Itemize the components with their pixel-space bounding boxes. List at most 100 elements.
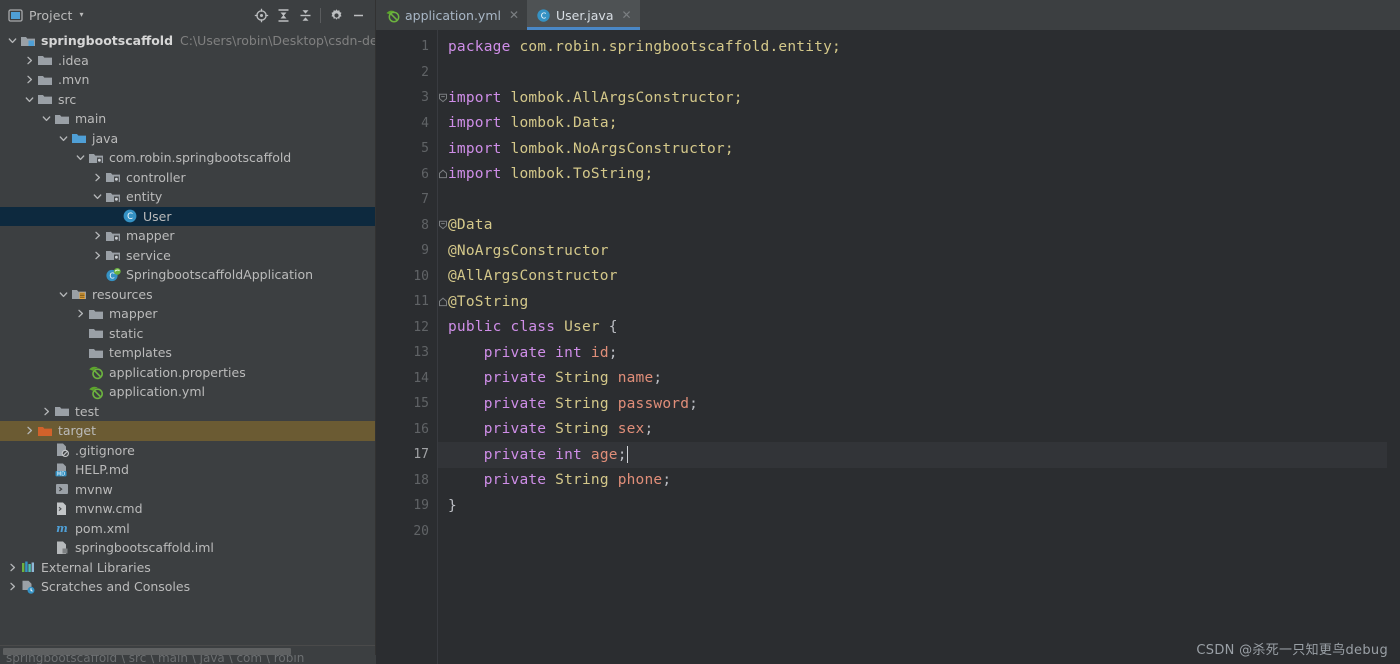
code-token: com.robin.springbootscaffold.entity; bbox=[519, 38, 841, 55]
chevron-down-icon[interactable] bbox=[74, 151, 87, 164]
code-line[interactable]: @Data bbox=[438, 213, 1400, 239]
code-line[interactable]: package com.robin.springbootscaffold.ent… bbox=[438, 34, 1400, 60]
project-tool-window-header: Project ▾ bbox=[0, 0, 376, 30]
tree-item-springbootscaffold[interactable]: springbootscaffold C:\Users\robin\Desktop… bbox=[0, 31, 375, 51]
line-number: 12 bbox=[376, 315, 438, 341]
chevron-down-icon[interactable] bbox=[57, 132, 70, 145]
chevron-down-icon[interactable] bbox=[91, 190, 104, 203]
libraries-icon bbox=[20, 559, 36, 575]
tree-item-application-yml[interactable]: application.yml bbox=[0, 382, 375, 402]
chevron-right-icon[interactable] bbox=[6, 561, 19, 574]
line-number: 17 bbox=[376, 442, 438, 468]
code-line[interactable]: public class User { bbox=[438, 315, 1400, 341]
tree-item-com-robin-springbootscaffold[interactable]: com.robin.springbootscaffold bbox=[0, 148, 375, 168]
tree-item-user[interactable]: C User bbox=[0, 206, 375, 226]
chevron-right-icon[interactable] bbox=[23, 73, 36, 86]
tree-item-springbootscaffoldapplication[interactable]: C SpringbootscaffoldApplication bbox=[0, 265, 375, 285]
line-number: 1 bbox=[376, 34, 438, 60]
code-line[interactable]: private int age; bbox=[438, 442, 1400, 468]
code-line[interactable]: @AllArgsConstructor bbox=[438, 264, 1400, 290]
code-line[interactable]: private String name; bbox=[438, 366, 1400, 392]
tree-item-java[interactable]: java bbox=[0, 129, 375, 149]
close-icon[interactable]: ✕ bbox=[621, 9, 633, 21]
tree-item-help-md[interactable]: MD HELP.md bbox=[0, 460, 375, 480]
tree-item-mvn[interactable]: .mvn bbox=[0, 70, 375, 90]
code-token: String bbox=[555, 370, 618, 387]
chevron-right-icon[interactable] bbox=[23, 54, 36, 67]
scrollbar-thumb[interactable] bbox=[3, 648, 291, 655]
minimize-icon[interactable] bbox=[347, 4, 369, 26]
code-token: @Data bbox=[448, 217, 493, 234]
chevron-right-icon[interactable] bbox=[91, 229, 104, 242]
tab-label: User.java bbox=[555, 7, 614, 23]
tree-item-external-libraries[interactable]: External Libraries bbox=[0, 558, 375, 578]
expand-all-icon[interactable] bbox=[272, 4, 294, 26]
tree-item-label: springbootscaffold.iml bbox=[75, 540, 214, 556]
tree-item-application-properties[interactable]: application.properties bbox=[0, 363, 375, 383]
chevron-right-icon[interactable] bbox=[6, 580, 19, 593]
code-line[interactable] bbox=[438, 60, 1400, 86]
chevron-down-icon[interactable] bbox=[40, 112, 53, 125]
code-line[interactable]: import lombok.ToString; bbox=[438, 162, 1400, 188]
code-line[interactable]: private String phone; bbox=[438, 468, 1400, 494]
chevron-down-icon[interactable] bbox=[57, 288, 70, 301]
chevron-down-icon[interactable] bbox=[23, 93, 36, 106]
code-line[interactable]: private String sex; bbox=[438, 417, 1400, 443]
tree-item-springbootscaffold-iml[interactable]: springbootscaffold.iml bbox=[0, 538, 375, 558]
chevron-right-icon[interactable] bbox=[23, 424, 36, 437]
tab-user-java[interactable]: C User.java ✕ bbox=[526, 0, 640, 30]
code-line[interactable]: import lombok.Data; bbox=[438, 111, 1400, 137]
code-content[interactable]: package com.robin.springbootscaffold.ent… bbox=[438, 30, 1400, 664]
tree-item-src[interactable]: src bbox=[0, 90, 375, 110]
line-number: 15 bbox=[376, 391, 438, 417]
top-bar: Project ▾ application.yml ✕ C User.java … bbox=[0, 0, 1400, 30]
tree-item-static[interactable]: static bbox=[0, 324, 375, 344]
tree-item-entity[interactable]: entity bbox=[0, 187, 375, 207]
code-line[interactable]: @ToString bbox=[438, 289, 1400, 315]
code-line[interactable]: @NoArgsConstructor bbox=[438, 238, 1400, 264]
tree-item-label: springbootscaffold bbox=[41, 33, 174, 49]
chevron-down-icon[interactable] bbox=[6, 34, 19, 47]
svg-text:MD: MD bbox=[57, 471, 65, 477]
tree-item-service[interactable]: service bbox=[0, 246, 375, 266]
tab-application-yml[interactable]: application.yml ✕ bbox=[376, 0, 527, 30]
collapse-all-icon[interactable] bbox=[294, 4, 316, 26]
project-tree[interactable]: springbootscaffold C:\Users\robin\Desktop… bbox=[0, 30, 375, 645]
tree-item-main[interactable]: main bbox=[0, 109, 375, 129]
tree-item-target[interactable]: target bbox=[0, 421, 375, 441]
svg-text:C: C bbox=[127, 211, 133, 221]
tree-item-mapper[interactable]: mapper bbox=[0, 226, 375, 246]
code-line[interactable]: private String password; bbox=[438, 391, 1400, 417]
code-token: @NoArgsConstructor bbox=[448, 242, 609, 259]
locate-icon[interactable] bbox=[250, 4, 272, 26]
tree-item-scratches-and-consoles[interactable]: Scratches and Consoles bbox=[0, 577, 375, 597]
chevron-right-icon[interactable] bbox=[91, 171, 104, 184]
tree-item-idea[interactable]: .idea bbox=[0, 51, 375, 71]
chevron-right-icon[interactable] bbox=[40, 405, 53, 418]
gear-icon[interactable] bbox=[325, 4, 347, 26]
code-line[interactable] bbox=[438, 187, 1400, 213]
editor-scrollbar[interactable] bbox=[1387, 30, 1400, 664]
tree-item-label: src bbox=[58, 91, 77, 107]
tree-item-gitignore[interactable]: .gitignore bbox=[0, 441, 375, 461]
tree-item-mvnw[interactable]: mvnw bbox=[0, 480, 375, 500]
chevron-down-icon[interactable]: ▾ bbox=[79, 11, 83, 19]
tree-item-mapper[interactable]: mapper bbox=[0, 304, 375, 324]
code-line[interactable]: private int id; bbox=[438, 340, 1400, 366]
code-line[interactable]: } bbox=[438, 493, 1400, 519]
chevron-right-icon[interactable] bbox=[74, 307, 87, 320]
tree-item-mvnw-cmd[interactable]: mvnw.cmd bbox=[0, 499, 375, 519]
tree-item-test[interactable]: test bbox=[0, 402, 375, 422]
chevron-right-icon[interactable] bbox=[91, 249, 104, 262]
code-editor[interactable]: 1 2 3 4 5 6 7 8 9 10 11 12 13 14 15 16 17 18 19 20 package … bbox=[376, 30, 1400, 664]
editor-gutter[interactable]: 1 2 3 4 5 6 7 8 9 10 11 12 13 14 15 16 17 18 19 20 bbox=[376, 30, 447, 664]
tree-item-pom-xml[interactable]: m pom.xml bbox=[0, 519, 375, 539]
tree-item-templates[interactable]: templates bbox=[0, 343, 375, 363]
code-line[interactable]: import lombok.NoArgsConstructor; bbox=[438, 136, 1400, 162]
close-icon[interactable]: ✕ bbox=[508, 9, 520, 21]
tree-item-label: main bbox=[75, 111, 107, 127]
tree-item-controller[interactable]: controller bbox=[0, 168, 375, 188]
tree-item-resources[interactable]: resources bbox=[0, 285, 375, 305]
code-line[interactable]: import lombok.AllArgsConstructor; bbox=[438, 85, 1400, 111]
code-line[interactable] bbox=[438, 519, 1400, 545]
